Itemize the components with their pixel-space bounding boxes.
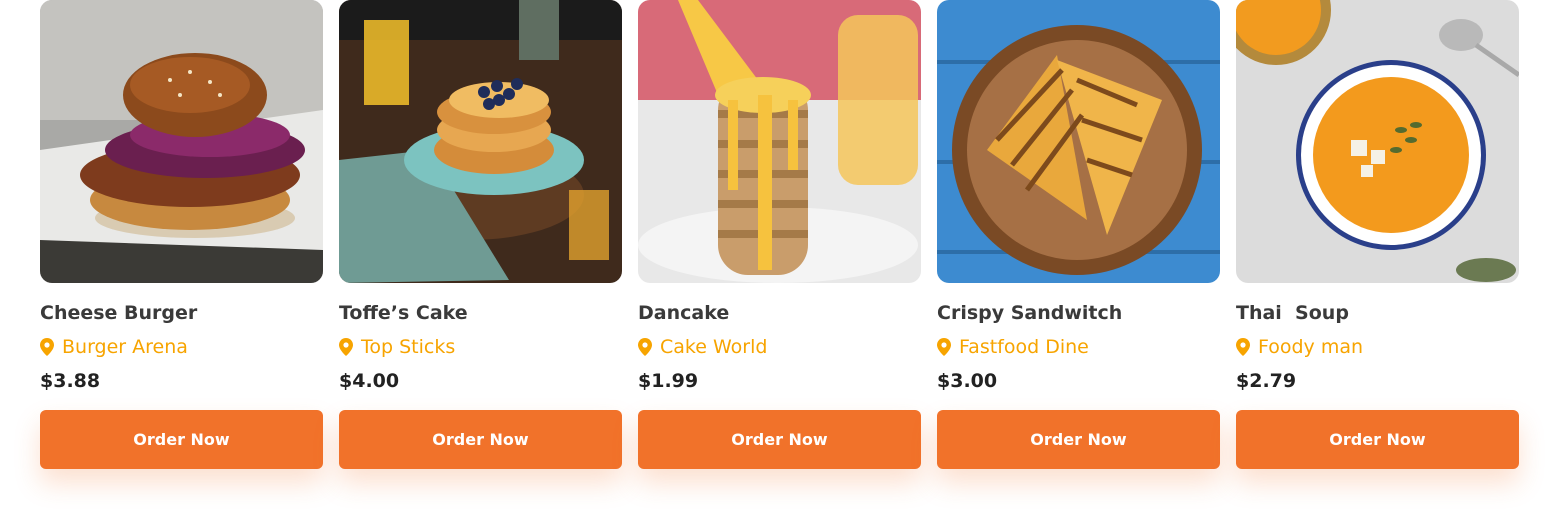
product-name: Cheese Burger: [40, 302, 198, 324]
product-location: Burger Arena: [40, 334, 323, 360]
product-location: Foody man: [1236, 334, 1519, 360]
location-pin-icon: [339, 338, 353, 356]
product-name: Toffe’s Cake: [339, 302, 468, 324]
product-card: Dancake Cake World $1.99 Order Now: [638, 0, 921, 469]
location-pin-icon: [638, 338, 652, 356]
product-price: $3.00: [937, 370, 998, 392]
product-image-crispy-sandwitch: [937, 0, 1220, 283]
product-name: Dancake: [638, 302, 730, 324]
product-card: Thai Soup Foody man $2.79 Order Now: [1236, 0, 1519, 469]
product-card: Toffe’s Cake Top Sticks $4.00 Order Now: [339, 0, 622, 469]
location-pin-icon: [937, 338, 951, 356]
product-name: Thai Soup: [1236, 302, 1349, 324]
product-price: $3.88: [40, 370, 101, 392]
product-location-label: Foody man: [1258, 336, 1364, 358]
product-location-label: Burger Arena: [62, 336, 188, 358]
product-card: Crispy Sandwitch Fastfood Dine $3.00 Ord…: [937, 0, 1220, 469]
order-now-button[interactable]: Order Now: [339, 410, 622, 469]
product-card: Cheese Burger Burger Arena $3.88 Order N…: [40, 0, 323, 469]
product-name: Crispy Sandwitch: [937, 302, 1123, 324]
order-now-button[interactable]: Order Now: [638, 410, 921, 469]
order-now-button[interactable]: Order Now: [937, 410, 1220, 469]
product-image-toffes-cake: [339, 0, 622, 283]
product-price: $4.00: [339, 370, 400, 392]
product-card-list: Cheese Burger Burger Arena $3.88 Order N…: [40, 0, 1519, 469]
product-location: Cake World: [638, 334, 921, 360]
product-location-label: Cake World: [660, 336, 768, 358]
product-location: Top Sticks: [339, 334, 622, 360]
product-location: Fastfood Dine: [937, 334, 1220, 360]
product-location-label: Fastfood Dine: [959, 336, 1089, 358]
product-price: $2.79: [1236, 370, 1297, 392]
order-now-button[interactable]: Order Now: [40, 410, 323, 469]
product-image-dancake: [638, 0, 921, 283]
location-pin-icon: [40, 338, 54, 356]
location-pin-icon: [1236, 338, 1250, 356]
order-now-button[interactable]: Order Now: [1236, 410, 1519, 469]
product-price: $1.99: [638, 370, 699, 392]
product-image-cheese-burger: [40, 0, 323, 283]
product-image-thai-soup: [1236, 0, 1519, 283]
product-location-label: Top Sticks: [361, 336, 456, 358]
